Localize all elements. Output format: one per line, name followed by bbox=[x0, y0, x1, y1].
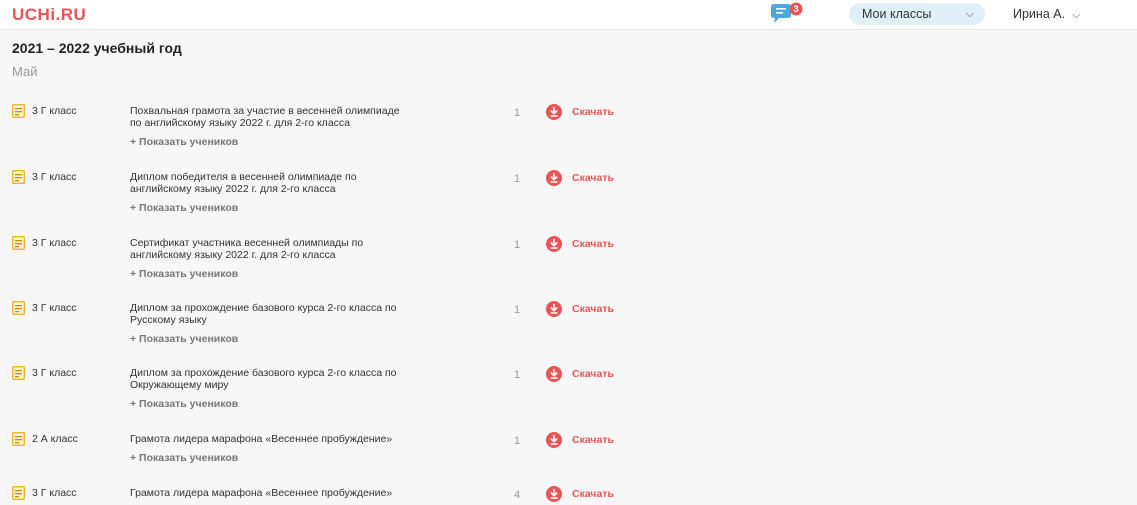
user-menu[interactable]: Ирина А. ⌵ bbox=[1013, 3, 1080, 25]
document-icon bbox=[12, 486, 25, 500]
chevron-down-icon: ⌵ bbox=[1072, 9, 1081, 21]
download-label: Скачать bbox=[572, 172, 614, 184]
document-title-line: английскому языку 2022 г. для 2-го класс… bbox=[130, 183, 336, 195]
download-icon bbox=[546, 432, 562, 448]
students-count: 1 bbox=[514, 173, 521, 185]
document-title: Сертификат участника весенней олимпиады … bbox=[130, 237, 480, 261]
download-icon bbox=[546, 366, 562, 382]
document-title: Грамота лидера марафона «Весеннее пробуж… bbox=[130, 487, 480, 499]
document-title: Диплом победителя в весенней олимпиаде п… bbox=[130, 171, 480, 195]
download-icon bbox=[546, 236, 562, 252]
students-count: 1 bbox=[514, 107, 521, 119]
students-count: 1 bbox=[514, 239, 521, 251]
show-students-link[interactable]: + Показать учеников bbox=[130, 136, 238, 148]
class-name: 3 Г класс bbox=[32, 105, 77, 117]
students-count: 1 bbox=[514, 435, 521, 447]
class-name: 3 Г класс bbox=[32, 171, 77, 183]
class-name: 2 А класс bbox=[32, 433, 78, 445]
students-count: 1 bbox=[514, 369, 521, 381]
document-title-line: по английскому языку 2022 г. для 2-го кл… bbox=[130, 117, 350, 129]
students-count: 4 bbox=[514, 489, 521, 501]
document-title: Похвальная грамота за участие в весенней… bbox=[130, 105, 480, 129]
user-name: Ирина А. bbox=[1013, 7, 1066, 21]
document-title-line: Грамота лидера марафона «Весеннее пробуж… bbox=[130, 433, 393, 445]
document-title: Диплом за прохождение базового курса 2-г… bbox=[130, 367, 480, 391]
download-label: Скачать bbox=[572, 303, 614, 315]
show-students-link[interactable]: + Показать учеников bbox=[130, 268, 238, 280]
document-title-line: Сертификат участника весенней олимпиады … bbox=[130, 237, 364, 249]
show-students-link[interactable]: + Показать учеников bbox=[130, 202, 238, 214]
show-students-link[interactable]: + Показать учеников bbox=[130, 398, 238, 410]
document-icon bbox=[12, 104, 25, 118]
document-title-line: Грамота лидера марафона «Весеннее пробуж… bbox=[130, 487, 393, 499]
download-icon bbox=[546, 301, 562, 317]
document-icon bbox=[12, 432, 25, 446]
download-icon bbox=[546, 170, 562, 186]
class-name: 3 Г класс bbox=[32, 302, 77, 314]
download-label: Скачать bbox=[572, 238, 614, 250]
document-title: Диплом за прохождение базового курса 2-г… bbox=[130, 302, 480, 326]
top-bar: UCHi.RU 3 Мои классы ⌵ Ирина А. ⌵ bbox=[0, 0, 1137, 30]
document-icon bbox=[12, 366, 25, 380]
document-title-line: Окружающему миру bbox=[130, 379, 229, 391]
document-title-line: Диплом за прохождение базового курса 2-г… bbox=[130, 367, 397, 379]
my-classes-label: Мои классы bbox=[862, 7, 932, 21]
chat-icon: 3 bbox=[771, 2, 803, 23]
class-name: 3 Г класс bbox=[32, 487, 77, 499]
document-icon bbox=[12, 301, 25, 315]
document-title-line: английскому языку 2022 г. для 2-го класс… bbox=[130, 249, 336, 261]
document-title-line: Русскому языку bbox=[130, 314, 207, 326]
download-label: Скачать bbox=[572, 488, 614, 500]
chevron-down-icon: ⌵ bbox=[965, 8, 974, 20]
students-count: 1 bbox=[514, 304, 521, 316]
my-classes-dropdown[interactable]: Мои классы ⌵ bbox=[849, 3, 985, 25]
notification-count: 3 bbox=[793, 4, 798, 14]
show-students-link[interactable]: + Показать учеников bbox=[130, 333, 238, 345]
download-label: Скачать bbox=[572, 106, 614, 118]
month-label: Май bbox=[12, 64, 38, 79]
document-title-line: Диплом победителя в весенней олимпиаде п… bbox=[130, 171, 357, 183]
document-title-line: Похвальная грамота за участие в весенней… bbox=[130, 105, 400, 117]
download-icon bbox=[546, 104, 562, 120]
download-icon bbox=[546, 486, 562, 502]
class-name: 3 Г класс bbox=[32, 367, 77, 379]
school-year-title: 2021 – 2022 учебный год bbox=[12, 40, 182, 56]
download-label: Скачать bbox=[572, 434, 614, 446]
logo[interactable]: UCHi.RU bbox=[12, 5, 86, 25]
class-name: 3 Г класс bbox=[32, 237, 77, 249]
document-title-line: Диплом за прохождение базового курса 2-г… bbox=[130, 302, 397, 314]
document-icon bbox=[12, 170, 25, 184]
document-icon bbox=[12, 236, 25, 250]
show-students-link[interactable]: + Показать учеников bbox=[130, 452, 238, 464]
download-label: Скачать bbox=[572, 368, 614, 380]
document-title: Грамота лидера марафона «Весеннее пробуж… bbox=[130, 433, 480, 445]
messages-button[interactable]: 3 bbox=[768, 1, 808, 27]
